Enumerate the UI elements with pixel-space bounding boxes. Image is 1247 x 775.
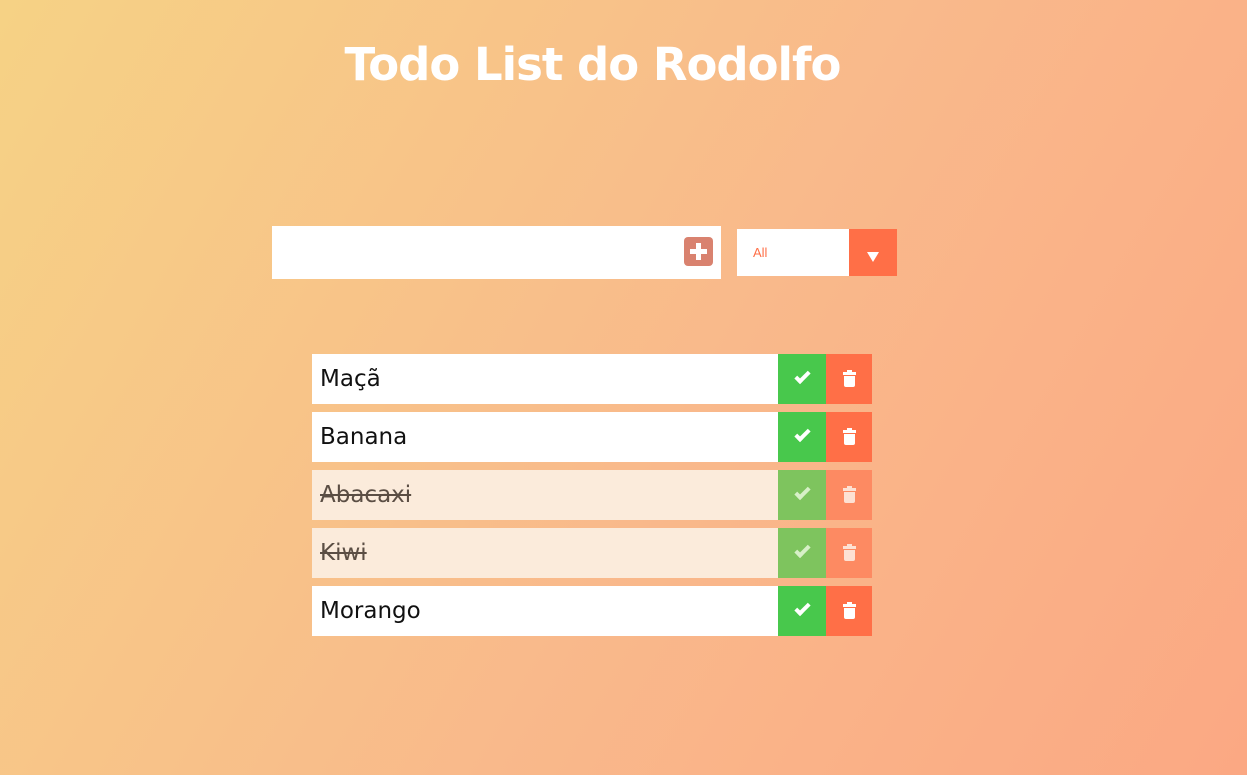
check-icon [794,599,811,617]
check-icon [794,483,811,501]
trash-icon [843,370,856,387]
filter-selected-value: All [753,245,768,260]
check-icon [794,425,811,443]
complete-button[interactable] [778,470,826,520]
todo-list: Maçã Banana Abacaxi Kiwi Morango [312,354,872,644]
todo-item-text: Morango [320,598,421,624]
caret-down-icon[interactable] [849,229,897,276]
todo-item-text: Kiwi [320,540,367,566]
delete-button[interactable] [826,354,872,404]
page-title: Todo List do Rodolfo [344,38,842,91]
todo-item-text: Banana [320,424,408,450]
todo-item-text: Maçã [320,366,381,392]
check-icon [794,541,811,559]
complete-button[interactable] [778,354,826,404]
delete-button[interactable] [826,470,872,520]
check-icon [794,367,811,385]
todo-form [272,226,721,279]
trash-icon [843,428,856,445]
trash-icon [843,486,856,503]
todo-item: Banana [312,412,872,462]
todo-item: Kiwi [312,528,872,578]
todo-input[interactable] [272,226,672,279]
todo-item: Maçã [312,354,872,404]
trash-icon [843,544,856,561]
trash-icon [843,602,856,619]
complete-button[interactable] [778,586,826,636]
delete-button[interactable] [826,412,872,462]
todo-item: Morango [312,586,872,636]
complete-button[interactable] [778,528,826,578]
add-todo-button[interactable] [684,237,713,266]
delete-button[interactable] [826,586,872,636]
filter-select[interactable]: All [737,229,897,276]
todo-item: Abacaxi [312,470,872,520]
delete-button[interactable] [826,528,872,578]
todo-item-text: Abacaxi [320,482,412,508]
complete-button[interactable] [778,412,826,462]
